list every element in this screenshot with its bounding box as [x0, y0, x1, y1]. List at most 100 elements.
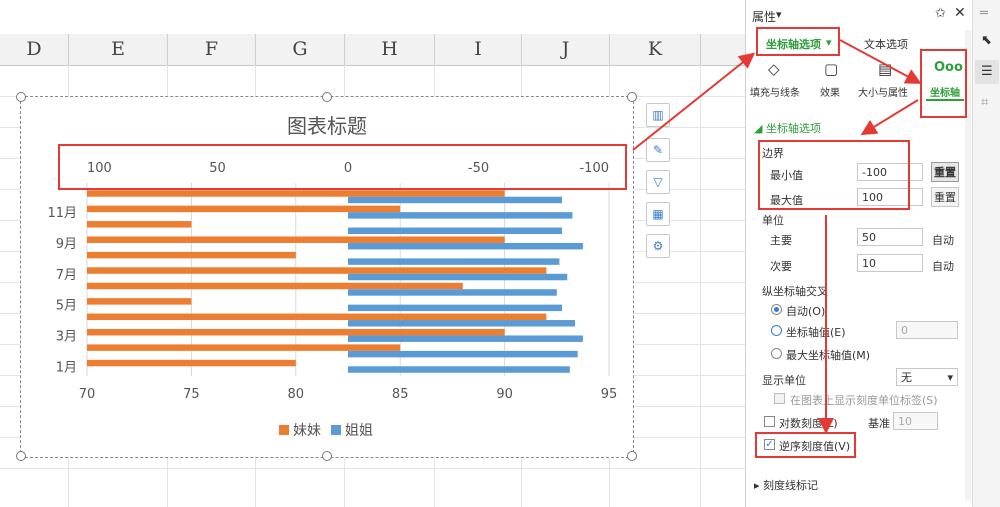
base-input[interactable]: 10	[893, 412, 938, 430]
display-units-select[interactable]: 无 ▾	[896, 368, 958, 386]
bar-姐姐[interactable]	[348, 242, 583, 250]
column-header-g[interactable]: G	[256, 34, 345, 65]
bar-妹妹[interactable]	[87, 251, 296, 259]
vertical-axis-cross-label: 纵坐标轴交叉	[762, 285, 828, 298]
y-tick-label[interactable]: 7月	[56, 268, 77, 283]
tab-text-options[interactable]: 文本选项	[864, 36, 908, 52]
chart-style-icon[interactable]: ✎	[646, 138, 670, 162]
spreadsheet-area[interactable]: D E F G H I J K 图表标题 100 50 0 -50 -100 70 75 8…	[0, 0, 745, 507]
bar-姐姐[interactable]	[348, 335, 583, 342]
bar-妹妹[interactable]	[87, 328, 505, 336]
column-header-j[interactable]: J	[522, 34, 610, 65]
column-header-d[interactable]: D	[0, 34, 69, 65]
legend-swatch[interactable]	[331, 425, 341, 435]
bar-姐姐[interactable]	[348, 196, 563, 204]
size-properties-icon[interactable]: ▤	[878, 60, 892, 78]
fill-line-icon[interactable]: ◇	[768, 60, 780, 78]
legend-label[interactable]: 姐姐	[345, 423, 373, 439]
column-header-h[interactable]: H	[345, 34, 435, 65]
show-units-label[interactable]: 在图表上显示刻度单位标签(S)	[790, 392, 938, 408]
close-icon[interactable]: ✕	[954, 5, 966, 21]
max-reset-button[interactable]: 重置	[931, 187, 959, 207]
bar-妹妹[interactable]	[87, 236, 505, 243]
minor-unit-input[interactable]: 10	[857, 254, 923, 272]
tab-effects[interactable]: 效果	[820, 84, 840, 99]
crop-icon[interactable]: ⌗	[981, 95, 988, 110]
pin-icon[interactable]: ✩	[935, 6, 946, 21]
show-units-checkbox[interactable]	[774, 393, 785, 404]
cross-max-radio[interactable]	[771, 348, 782, 359]
y-tick-label[interactable]: 9月	[56, 237, 77, 252]
bar-姐姐[interactable]	[348, 289, 557, 296]
bar-妹妹[interactable]	[87, 190, 505, 197]
y-tick-label[interactable]: 5月	[56, 299, 77, 314]
chart-layout-icon[interactable]: ▦	[646, 202, 670, 226]
chart-title[interactable]: 图表标题	[287, 114, 367, 138]
properties-toggle[interactable]: ☰	[975, 60, 999, 84]
annotation-box-top-axis	[58, 144, 627, 190]
resize-handle[interactable]	[16, 451, 26, 461]
resize-handle[interactable]	[627, 451, 637, 461]
bar-妹妹[interactable]	[87, 313, 547, 321]
column-header-e[interactable]: E	[69, 34, 168, 65]
x-tick-label[interactable]: 80	[288, 387, 305, 402]
bar-姐姐[interactable]	[348, 350, 578, 358]
resize-handle[interactable]	[322, 92, 332, 102]
bar-姐姐[interactable]	[348, 258, 560, 265]
tab-size-properties[interactable]: 大小与属性	[858, 84, 908, 99]
bar-妹妹[interactable]	[87, 205, 401, 213]
log-scale-checkbox[interactable]	[764, 416, 775, 427]
bar-姐姐[interactable]	[348, 366, 570, 373]
legend-swatch[interactable]	[279, 425, 289, 435]
major-unit-auto-button[interactable]: 自动	[932, 232, 954, 248]
cross-auto-label[interactable]: 自动(O)	[786, 303, 825, 319]
cross-max-label[interactable]: 最大坐标轴值(M)	[786, 347, 870, 363]
x-tick-label[interactable]: 85	[392, 387, 409, 402]
bar-姐姐[interactable]	[348, 304, 563, 312]
chevron-down-icon[interactable]: ▾	[776, 8, 782, 21]
bar-妹妹[interactable]	[87, 267, 547, 274]
column-header-i[interactable]: I	[435, 34, 522, 65]
x-tick-label[interactable]: 90	[496, 387, 513, 402]
y-tick-label[interactable]: 11月	[47, 206, 77, 221]
resize-handle[interactable]	[322, 451, 332, 461]
bar-妹妹[interactable]	[87, 298, 192, 305]
chart-elements-icon[interactable]: ▥	[646, 103, 670, 127]
bar-妹妹[interactable]	[87, 344, 401, 351]
bar-姐姐[interactable]	[348, 320, 576, 327]
chart-settings-icon[interactable]: ⚙	[646, 234, 670, 258]
bar-妹妹[interactable]	[87, 282, 463, 290]
bar-姐姐[interactable]	[348, 212, 573, 219]
resize-handle[interactable]	[16, 92, 26, 102]
bar-姐姐[interactable]	[348, 273, 568, 281]
cross-value-radio[interactable]	[771, 325, 782, 336]
bar-姐姐[interactable]	[348, 227, 563, 235]
chart-filter-icon[interactable]: ▽	[646, 170, 670, 194]
column-header-k[interactable]: K	[610, 34, 701, 65]
section-axis-options[interactable]: ◢ 坐标轴选项	[754, 120, 821, 136]
x-tick-label[interactable]: 70	[79, 387, 96, 402]
display-units-value: 无	[901, 371, 912, 384]
menu-icon[interactable]: ═	[980, 6, 988, 21]
min-reset-button[interactable]: 重置	[931, 162, 959, 182]
bar-妹妹[interactable]	[87, 221, 192, 228]
y-tick-label[interactable]: 3月	[56, 329, 77, 344]
major-unit-input[interactable]: 50	[857, 228, 923, 246]
effects-icon[interactable]: ▢	[824, 60, 838, 78]
x-tick-label[interactable]: 75	[183, 387, 200, 402]
cross-auto-radio[interactable]	[771, 304, 782, 315]
cross-value-label[interactable]: 坐标轴值(E)	[786, 324, 846, 340]
tab-fill-line[interactable]: 填充与线条	[750, 84, 800, 99]
cross-value-input[interactable]: 0	[896, 321, 958, 339]
column-header-f[interactable]: F	[168, 34, 256, 65]
formula-bar[interactable]	[0, 0, 745, 35]
legend-label[interactable]: 妹妹	[293, 423, 321, 439]
resize-handle[interactable]	[627, 92, 637, 102]
select-cursor-icon[interactable]: ⬉	[981, 33, 992, 48]
minor-unit-auto-button[interactable]: 自动	[932, 258, 954, 274]
section-tick-marks[interactable]: ▸ 刻度线标记	[754, 477, 818, 493]
x-tick-label[interactable]: 95	[601, 387, 618, 402]
bar-妹妹[interactable]	[87, 359, 296, 367]
y-tick-label[interactable]: 1月	[56, 360, 77, 375]
log-scale-label[interactable]: 对数刻度(L)	[779, 415, 838, 431]
